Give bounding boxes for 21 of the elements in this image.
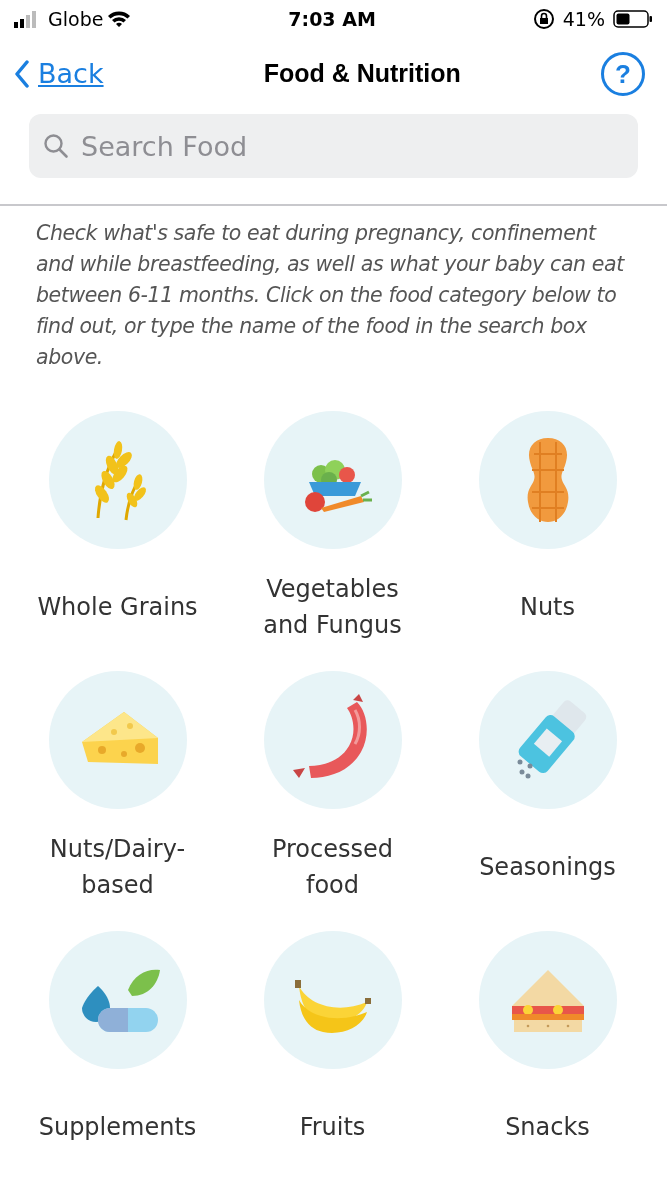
category-tile[interactable]: Nuts/Dairy-based <box>10 671 225 913</box>
help-button[interactable]: ? <box>601 52 645 96</box>
search-field[interactable]: Search Food <box>29 114 638 178</box>
rotation-lock-icon <box>532 8 555 30</box>
category-tile[interactable]: Nuts <box>440 411 655 653</box>
category-tile[interactable]: Processed food <box>225 671 440 913</box>
category-tile[interactable]: Vegetables and Fungus <box>225 411 440 653</box>
battery-percent: 41% <box>562 6 605 32</box>
category-tile[interactable]: Supplements <box>10 931 225 1173</box>
carrier-name: Globe <box>48 6 104 32</box>
category-tile[interactable]: Seasonings <box>440 671 655 913</box>
screen-title: Food & Nutrition <box>263 58 461 90</box>
battery-icon <box>613 9 653 29</box>
status-time: 7:03 AM <box>288 6 376 32</box>
intro-text: Check what's safe to eat during pregnancy, confinement and while breastfeeding, as well as what your baby can eat between 6-11 months. Click on the food category below to find out, or type the name of the food in the search box above. <box>35 220 626 371</box>
back-button[interactable]: Back <box>14 53 104 95</box>
chevron-left-icon <box>14 60 30 88</box>
wifi-icon <box>107 10 132 28</box>
category-tile[interactable]: Snacks <box>440 931 655 1173</box>
category-tile[interactable]: Fruits <box>225 931 440 1173</box>
category-tile[interactable]: Whole Grains <box>10 411 225 653</box>
